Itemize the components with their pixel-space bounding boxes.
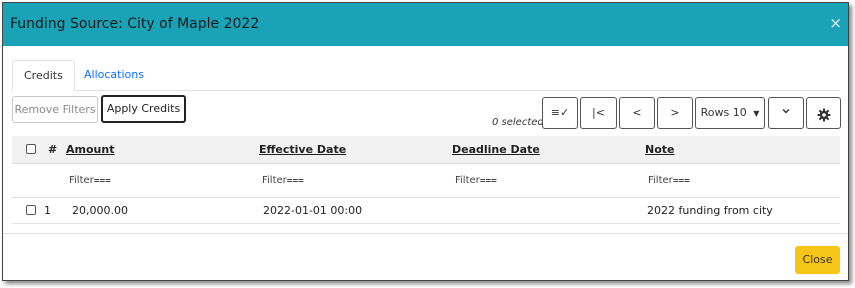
tab-bar: Credits Allocations <box>12 60 840 91</box>
filter-label: Filter <box>69 175 94 186</box>
close-button[interactable]: Close <box>795 246 840 274</box>
modal-title: Funding Source: City of Maple 2022 <box>10 16 260 32</box>
expand-button[interactable] <box>768 97 804 129</box>
tab-credits[interactable]: Credits <box>12 60 75 91</box>
filter-note[interactable]: Filter⩶ <box>648 175 690 186</box>
footer-divider <box>3 233 848 234</box>
filter-icon: ⩶ <box>479 175 497 186</box>
grid-filter-row: Filter⩶ Filter⩶ Filter⩶ Filter⩶ <box>12 164 840 198</box>
filter-label: Filter <box>455 175 480 186</box>
selected-count: 0 selected <box>492 117 544 128</box>
filter-effective-date[interactable]: Filter⩶ <box>262 175 304 186</box>
modal-header: Funding Source: City of Maple 2022 × <box>3 3 848 46</box>
column-picker-icon: ≡✓ <box>550 106 570 119</box>
next-page-button[interactable]: > <box>657 97 693 129</box>
note-cell: 2022 funding from city <box>647 204 773 217</box>
prev-page-button[interactable]: < <box>619 97 655 129</box>
first-page-icon: |< <box>592 106 605 119</box>
filter-amount[interactable]: Filter⩶ <box>69 175 111 186</box>
prev-page-icon: < <box>632 106 642 119</box>
filter-label: Filter <box>262 175 287 186</box>
rows-per-page-select[interactable]: Rows 10 ▼ <box>695 97 765 129</box>
column-header-index: # <box>48 143 58 156</box>
tab-allocations[interactable]: Allocations <box>73 60 155 89</box>
close-icon[interactable]: × <box>829 14 842 32</box>
filter-deadline-date[interactable]: Filter⩶ <box>455 175 497 186</box>
gear-icon <box>817 104 831 134</box>
settings-button[interactable] <box>806 97 841 129</box>
funding-source-modal: Funding Source: City of Maple 2022 × Cre… <box>2 2 849 281</box>
next-page-icon: > <box>670 106 680 119</box>
column-header-effective-date[interactable]: Effective Date <box>259 143 346 156</box>
filter-icon: ⩶ <box>286 175 304 186</box>
filter-icon: ⩶ <box>672 175 690 186</box>
amount-cell: 20,000.00 <box>72 204 128 217</box>
effective-date-cell: 2022-01-01 00:00 <box>263 204 363 217</box>
select-all-checkbox[interactable] <box>26 144 36 154</box>
row-checkbox[interactable] <box>26 205 36 215</box>
apply-credits-button[interactable]: Apply Credits <box>101 95 186 123</box>
row-index: 1 <box>44 204 51 217</box>
column-header-amount[interactable]: Amount <box>66 143 114 156</box>
column-header-note[interactable]: Note <box>645 143 674 156</box>
filter-label: Filter <box>648 175 673 186</box>
column-header-deadline-date[interactable]: Deadline Date <box>452 143 540 156</box>
column-picker-button[interactable]: ≡✓ <box>542 97 578 129</box>
first-page-button[interactable]: |< <box>580 97 617 129</box>
table-row[interactable]: 1 20,000.00 2022-01-01 00:00 2022 fundin… <box>12 198 840 224</box>
caret-down-icon: ▼ <box>753 109 760 118</box>
filter-icon: ⩶ <box>93 175 111 186</box>
chevron-down-icon <box>781 98 791 128</box>
rows-per-page-label: Rows 10 <box>700 106 747 119</box>
grid-header-row: # Amount Effective Date Deadline Date No… <box>12 136 840 164</box>
remove-filters-button[interactable]: Remove Filters <box>12 96 98 123</box>
